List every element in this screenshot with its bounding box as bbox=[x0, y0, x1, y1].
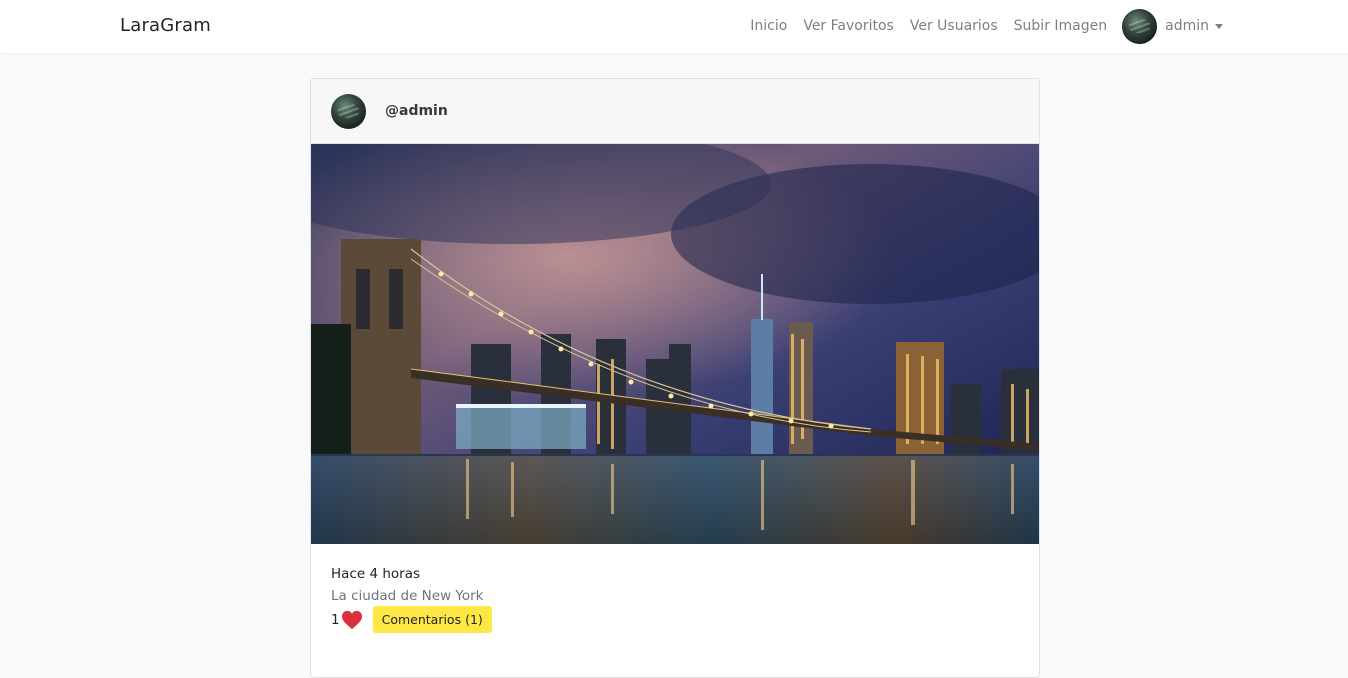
post-header: @admin bbox=[311, 79, 1039, 144]
post-author-username[interactable]: @admin bbox=[385, 103, 448, 119]
post-card: @admin Hace 4 horas La ciudad de New Yor… bbox=[310, 78, 1040, 678]
user-menu-toggle[interactable]: admin bbox=[1165, 18, 1223, 34]
post-time: Hace 4 horas bbox=[331, 566, 420, 582]
nav-link-inicio[interactable]: Inicio bbox=[750, 18, 787, 34]
post-description: La ciudad de New York bbox=[331, 588, 484, 604]
post-image[interactable] bbox=[311, 144, 1039, 544]
post-actions: 1 Comentarios (1) bbox=[331, 606, 1019, 633]
nav-link-subir-imagen[interactable]: Subir Imagen bbox=[1014, 18, 1107, 34]
heart-icon[interactable] bbox=[341, 610, 363, 630]
post-author-avatar[interactable] bbox=[331, 93, 366, 129]
post-body: Hace 4 horas La ciudad de New York 1 Com… bbox=[311, 544, 1039, 633]
user-name: admin bbox=[1165, 18, 1209, 34]
user-avatar[interactable] bbox=[1122, 8, 1158, 44]
navbar: LaraGram Inicio Ver Favoritos Ver Usuari… bbox=[0, 0, 1348, 53]
brand-link[interactable]: LaraGram bbox=[120, 15, 211, 36]
comments-button[interactable]: Comentarios (1) bbox=[372, 606, 492, 633]
nav-link-ver-favoritos[interactable]: Ver Favoritos bbox=[803, 18, 894, 34]
nav-links: Inicio Ver Favoritos Ver Usuarios Subir … bbox=[750, 6, 1223, 46]
likes-count: 1 bbox=[331, 611, 340, 628]
caret-down-icon bbox=[1215, 23, 1223, 29]
nav-link-ver-usuarios[interactable]: Ver Usuarios bbox=[910, 18, 998, 34]
